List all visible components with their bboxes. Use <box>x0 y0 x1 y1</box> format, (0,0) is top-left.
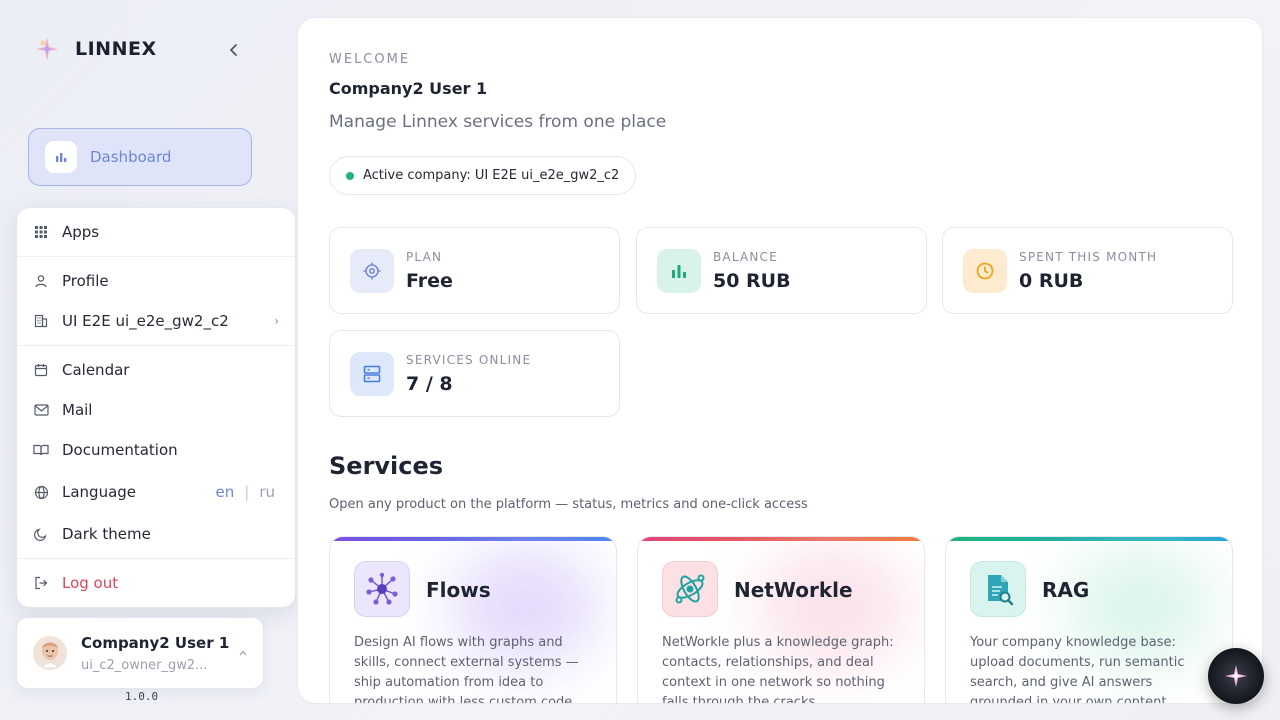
menu-label: Apps <box>62 223 100 241</box>
menu-item-dark-theme[interactable]: Dark theme <box>17 516 295 552</box>
bar-chart-icon <box>45 141 77 173</box>
main-content: WELCOME Company2 User 1 Manage Linnex se… <box>297 17 1263 704</box>
status-dot-icon <box>346 171 354 180</box>
collapse-sidebar-button[interactable] <box>226 40 242 60</box>
service-card-networkle[interactable]: NetWorkle NetWorkle plus a knowledge gra… <box>637 536 925 704</box>
menu-label: Log out <box>62 574 119 592</box>
menu-label: Language <box>62 483 137 501</box>
user-name: Company2 User 1 <box>81 633 230 652</box>
menu-item-logout[interactable]: Log out <box>17 565 295 601</box>
services-heading: Services <box>329 452 444 480</box>
stat-value: 7 / 8 <box>406 372 453 395</box>
stat-label: SERVICES ONLINE <box>406 352 532 367</box>
avatar <box>33 636 67 670</box>
service-description: Your company knowledge base: upload docu… <box>970 635 1185 704</box>
language-switcher: en | ru <box>216 483 276 501</box>
language-separator: | <box>244 483 250 501</box>
menu-divider <box>17 558 295 559</box>
menu-divider <box>17 345 295 346</box>
card-accent-bar <box>638 537 924 541</box>
sparkle-icon <box>1225 665 1247 687</box>
active-company-label: Active company: UI E2E ui_e2e_gw2_c2 <box>363 168 620 183</box>
brand: LINNEX <box>34 34 157 64</box>
service-description: NetWorkle plus a knowledge graph: contac… <box>662 635 894 704</box>
document-search-icon <box>970 561 1026 617</box>
ai-assistant-button[interactable] <box>1208 648 1264 704</box>
menu-item-calendar[interactable]: Calendar <box>17 352 295 388</box>
menu-label: Documentation <box>62 441 178 459</box>
stat-card-spent: SPENT THIS MONTH 0 RUB <box>942 227 1233 314</box>
card-accent-bar <box>330 537 616 541</box>
book-icon <box>32 441 50 459</box>
bar-chart-icon <box>657 248 701 293</box>
service-card-rag[interactable]: RAG Your company knowledge base: upload … <box>945 536 1233 704</box>
stat-label: BALANCE <box>713 249 778 264</box>
networkle-icon <box>662 561 718 617</box>
sidebar-item-dashboard[interactable]: Dashboard <box>28 128 252 186</box>
logout-icon <box>32 574 50 592</box>
chevron-up-icon <box>239 646 247 659</box>
menu-label: UI E2E ui_e2e_gw2_c2 <box>62 312 229 330</box>
menu-item-company[interactable]: UI E2E ui_e2e_gw2_c2 › <box>17 303 295 339</box>
menu-label: Profile <box>62 272 109 290</box>
user-icon <box>32 272 50 290</box>
grid-icon <box>32 223 50 241</box>
chevron-left-icon <box>229 44 237 56</box>
flows-network-icon <box>354 561 410 617</box>
stat-card-balance: BALANCE 50 RUB <box>636 227 927 314</box>
stat-value: 0 RUB <box>1019 269 1084 292</box>
server-icon <box>350 351 394 396</box>
service-name: NetWorkle <box>734 578 853 602</box>
linnex-logo-icon <box>34 34 60 64</box>
menu-item-documentation[interactable]: Documentation <box>17 432 295 468</box>
stat-label: SPENT THIS MONTH <box>1019 249 1158 264</box>
welcome-label: WELCOME <box>329 52 411 67</box>
menu-item-mail[interactable]: Mail <box>17 392 295 428</box>
menu-label: Calendar <box>62 361 130 379</box>
service-name: RAG <box>1042 578 1090 602</box>
stat-card-plan: PLAN Free <box>329 227 620 314</box>
menu-item-profile[interactable]: Profile <box>17 263 295 299</box>
chevron-right-icon: › <box>274 314 279 328</box>
clock-icon <box>963 248 1007 293</box>
moon-icon <box>32 525 50 543</box>
app-version: 1.0.0 <box>125 690 159 703</box>
page-subtitle: Manage Linnex services from one place <box>329 112 667 132</box>
service-description: Design AI flows with graphs and skills, … <box>354 635 579 704</box>
language-option-ru[interactable]: ru <box>259 483 275 501</box>
calendar-icon <box>32 361 50 379</box>
language-option-en[interactable]: en <box>216 483 235 501</box>
services-subtitle: Open any product on the platform — statu… <box>329 497 808 512</box>
mail-icon <box>32 401 50 419</box>
user-login: ui_c2_owner_gw2... <box>81 657 208 673</box>
building-icon <box>32 312 50 330</box>
stat-value: Free <box>406 269 453 292</box>
user-card[interactable]: Company2 User 1 ui_c2_owner_gw2... <box>16 617 264 689</box>
stat-label: PLAN <box>406 249 443 264</box>
service-card-flows[interactable]: Flows Design AI flows with graphs and sk… <box>329 536 617 704</box>
sidebar-item-label: Dashboard <box>90 148 172 166</box>
menu-item-apps[interactable]: Apps <box>17 214 295 250</box>
menu-divider <box>17 256 295 257</box>
app-name: LINNEX <box>75 38 157 60</box>
target-icon <box>350 248 394 293</box>
stat-value: 50 RUB <box>713 269 791 292</box>
menu-label: Dark theme <box>62 525 151 543</box>
service-name: Flows <box>426 578 491 602</box>
globe-icon <box>32 483 50 501</box>
active-company-badge: Active company: UI E2E ui_e2e_gw2_c2 <box>329 156 637 195</box>
user-menu: Apps Profile UI E2E ui_e2e_gw2_c2 › Cale… <box>16 207 296 608</box>
page-title: Company2 User 1 <box>329 79 488 98</box>
card-accent-bar <box>946 537 1232 541</box>
menu-label: Mail <box>62 401 93 419</box>
stat-card-services-online: SERVICES ONLINE 7 / 8 <box>329 330 620 417</box>
menu-item-language: Language en | ru <box>17 474 295 510</box>
